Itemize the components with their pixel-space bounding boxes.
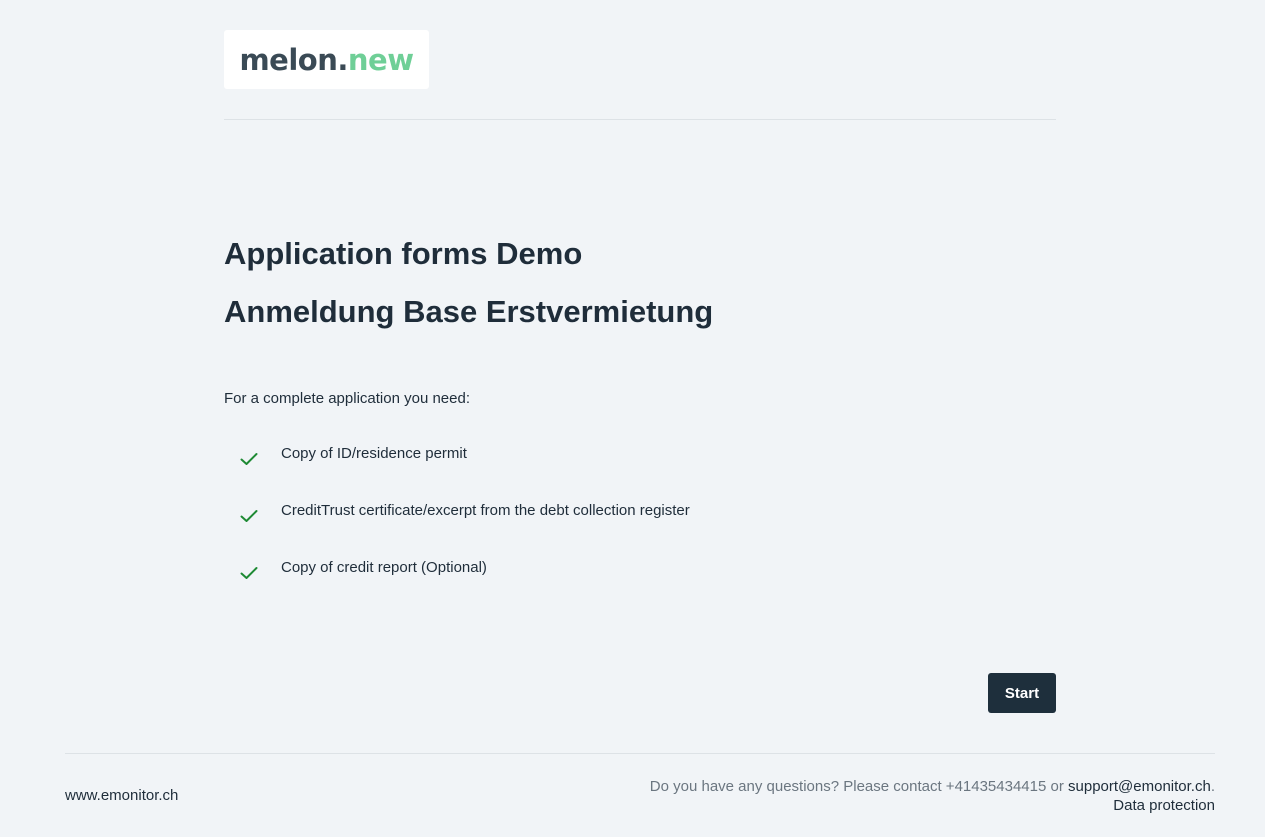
footer-contact: Do you have any questions? Please contac…: [650, 777, 1215, 815]
requirements-intro: For a complete application you need:: [224, 390, 470, 407]
logo-part-new: new: [347, 42, 414, 77]
check-icon: [240, 453, 258, 465]
requirement-label: Copy of ID/residence permit: [281, 445, 467, 462]
logo-part-melon: melon: [239, 42, 338, 77]
contact-text: Do you have any questions? Please contac…: [649, 778, 1069, 795]
header-divider: [224, 119, 1056, 120]
check-icon: [240, 567, 258, 579]
data-protection-link[interactable]: Data protection: [1113, 797, 1215, 814]
requirement-label: Copy of credit report (Optional): [281, 559, 487, 576]
website-link[interactable]: www.emonitor.ch: [65, 787, 178, 804]
footer-divider: [65, 753, 1215, 754]
contact-line: Do you have any questions? Please contac…: [650, 777, 1215, 796]
page-title: Application forms Demo: [224, 236, 583, 271]
logo-dot: .: [337, 42, 348, 77]
contact-period: .: [1210, 778, 1215, 795]
support-email-link[interactable]: support@emonitor.ch: [1068, 778, 1211, 795]
page-subtitle: Anmeldung Base Erstvermietung: [224, 294, 714, 329]
check-icon: [240, 510, 258, 522]
logo[interactable]: melon. new: [224, 30, 429, 89]
requirement-label: CreditTrust certificate/excerpt from the…: [281, 502, 690, 519]
start-button[interactable]: Start: [988, 673, 1056, 713]
